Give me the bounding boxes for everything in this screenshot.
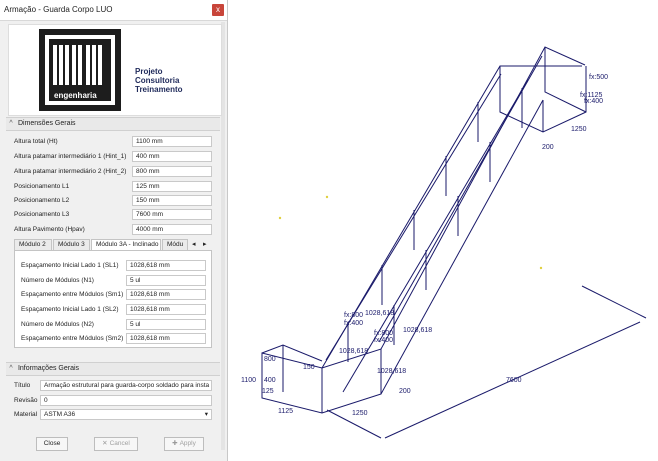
l2-field[interactable]: 150 mm — [132, 195, 212, 206]
n1-field[interactable]: 5 ul — [126, 275, 206, 286]
dim-module-a: 1028,618 — [365, 310, 394, 317]
dim-fx800-b: fx:800 — [374, 330, 393, 337]
chevron-up-icon: ^ — [9, 365, 13, 372]
chevron-down-icon: ▾ — [204, 411, 208, 418]
dialog-title: Armação - Guarda Corpo LUO — [4, 5, 113, 14]
cancel-button[interactable]: ✕ Cancel — [94, 437, 138, 451]
label-hpav: Altura Pavimento (Hpav) — [14, 226, 85, 233]
company-logo: engenharia Projeto Consultoria Treinamen… — [8, 24, 222, 116]
label-n1: Número de Módulos (N1) — [21, 277, 94, 284]
logo-wordmark: engenharia — [54, 91, 97, 100]
label-l1: Posicionamento L1 — [14, 183, 70, 190]
revisao-field[interactable]: 0 — [40, 395, 212, 406]
dim-200-bottom: 200 — [399, 388, 411, 395]
titulo-field[interactable]: Armação estrutural para guarda-corpo sol… — [40, 380, 212, 391]
apply-label: Apply — [179, 440, 196, 447]
label-hint1: Altura patamar intermediário 1 (Hint_1) — [14, 153, 127, 160]
n2-field[interactable]: 5 ul — [126, 319, 206, 330]
label-titulo: Título — [14, 382, 31, 389]
logo-tagline-1: Projeto — [135, 67, 163, 76]
label-l2: Posicionamento L2 — [14, 197, 70, 204]
label-l3: Posicionamento L3 — [14, 211, 70, 218]
label-hint2: Altura patamar intermediário 2 (Hint_2) — [14, 168, 127, 175]
dim-125: 125 — [262, 388, 274, 395]
sl1-field[interactable]: 1028,618 mm — [126, 260, 206, 271]
dimension-labels: 7600 1250 1125 200 150 800 1100 400 125 … — [241, 74, 608, 417]
anm-logo-icon — [39, 29, 121, 111]
chevron-up-icon: ^ — [9, 120, 13, 127]
dim-150: 150 — [303, 364, 315, 371]
section-dimensoes-header[interactable]: ^ Dimensões Gerais — [6, 117, 220, 131]
armacao-dialog: Armação - Guarda Corpo LUO x engenharia … — [0, 0, 228, 461]
hint2-field[interactable]: 800 mm — [132, 166, 212, 177]
hpav-field[interactable]: 4000 mm — [132, 224, 212, 235]
l3-field[interactable]: 7600 mm — [132, 209, 212, 220]
section-info-title: Informações Gerais — [17, 365, 80, 372]
dim-module-c: 1028,618 — [339, 348, 368, 355]
apply-button[interactable]: ✚ Apply — [164, 437, 204, 451]
ht-field[interactable]: 1100 mm — [132, 136, 212, 147]
dim-1250-bottom: 1250 — [352, 410, 368, 417]
dim-400-left: 400 — [264, 377, 276, 384]
dim-800-left: 800 — [264, 356, 276, 363]
logo-tagline-2: Consultoria — [135, 76, 180, 85]
label-sl2: Espaçamento Inicial Lado 1 (SL2) — [21, 306, 119, 313]
tab-next-icon[interactable]: ▸ — [203, 240, 207, 248]
dim-top-1250: 1250 — [571, 126, 587, 133]
label-sm2: Espaçamento entre Módulos (Sm2) — [21, 335, 124, 342]
logo-tagline-3: Treinamento — [135, 85, 183, 94]
guardrail-wireframe — [261, 46, 647, 439]
sm1-field[interactable]: 1028,618 mm — [126, 289, 206, 300]
close-button[interactable]: Close — [36, 437, 68, 451]
material-value: ASTM A36 — [44, 411, 76, 418]
snap-markers — [278, 195, 543, 270]
label-sl1: Espaçamento Inicial Lado 1 (SL1) — [21, 262, 119, 269]
guardrail-3d-viewport[interactable]: 7600 1250 1125 200 150 800 1100 400 125 … — [228, 0, 658, 461]
l1-field[interactable]: 125 mm — [132, 181, 212, 192]
dim-7600: 7600 — [506, 377, 522, 384]
tab-prev-icon[interactable]: ◂ — [192, 240, 196, 248]
label-revisao: Revisão — [14, 397, 38, 404]
label-n2: Número de Módulos (N2) — [21, 321, 94, 328]
dim-1125-bottom: 1125 — [278, 408, 293, 415]
close-icon[interactable]: x — [212, 4, 224, 16]
sl2-field[interactable]: 1028,618 mm — [126, 304, 206, 315]
dim-fx800-a: fx:800 — [344, 312, 363, 319]
dialog-titlebar[interactable]: Armação - Guarda Corpo LUO x — [0, 0, 227, 21]
apply-icon: ✚ — [172, 440, 178, 447]
dim-top-200: 200 — [542, 144, 554, 151]
label-sm1: Espaçamento entre Módulos (Sm1) — [21, 291, 124, 298]
label-ht: Altura total (Ht) — [14, 138, 58, 145]
material-select[interactable]: ASTM A36 ▾ — [40, 409, 212, 420]
section-info-header[interactable]: ^ Informações Gerais — [6, 362, 220, 376]
dim-top-fx400: fx:400 — [584, 98, 603, 105]
sm2-field[interactable]: 1028,618 mm — [126, 333, 206, 344]
dim-module-b: 1028,618 — [403, 327, 432, 334]
section-dimensoes-title: Dimensões Gerais — [17, 120, 76, 127]
dim-top-fx500: fx:500 — [589, 74, 608, 81]
dim-1100: 1100 — [241, 377, 256, 384]
cancel-label: Cancel — [109, 440, 130, 447]
hint1-field[interactable]: 400 mm — [132, 151, 212, 162]
label-material: Material — [14, 411, 38, 418]
cancel-icon: ✕ — [102, 440, 108, 447]
dim-fx400-a: fx:400 — [344, 320, 363, 327]
tab-panel-modulo-3a: Espaçamento Inicial Lado 1 (SL1) 1028,61… — [14, 250, 212, 348]
dim-module-d: 1028,618 — [377, 368, 406, 375]
dim-fx400-b: fx:400 — [374, 337, 393, 344]
